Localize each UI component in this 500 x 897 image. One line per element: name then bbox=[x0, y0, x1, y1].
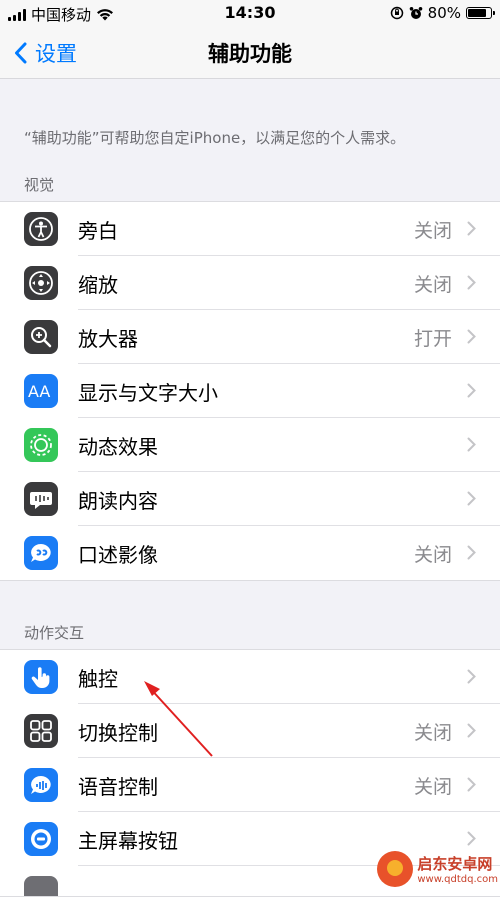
watermark-name: 启东安卓网 bbox=[417, 855, 493, 873]
watermark-logo-icon bbox=[377, 851, 414, 887]
annotation-arrow bbox=[144, 681, 213, 757]
watermark-url: www.qdtdq.com bbox=[417, 874, 498, 885]
watermark: 启东安卓网 www.qdtdq.com bbox=[377, 851, 498, 887]
